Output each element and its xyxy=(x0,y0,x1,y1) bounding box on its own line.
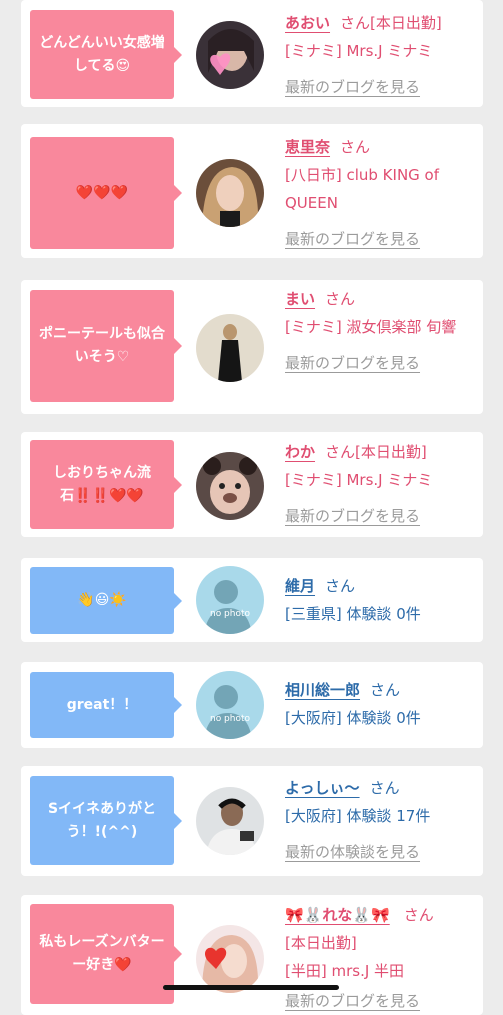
latest-blog-link[interactable]: 最新のブログを見る xyxy=(285,502,475,530)
user-name-link[interactable]: わか xyxy=(285,443,315,461)
user-info: あおい さん[本日出勤] [ミナミ] Mrs.J ミナミ 最新のブログを見る xyxy=(285,9,475,101)
user-location: [ミナミ] Mrs.J ミナミ xyxy=(285,471,433,489)
message-bubble: Sイイネありがとう！!(^^) xyxy=(30,776,182,865)
user-location: [ミナミ] Mrs.J ミナミ xyxy=(285,42,433,60)
message-text: 👋😃☀️ xyxy=(77,592,127,608)
avatar[interactable]: no photo xyxy=(196,671,264,739)
avatar[interactable] xyxy=(196,925,264,993)
no-photo-icon: no photo xyxy=(196,671,264,739)
message-bubble: 私もレーズンバターー好き❤️ xyxy=(30,904,182,1004)
latest-review-link[interactable]: 最新の体験談を見る xyxy=(285,838,475,866)
photo-icon xyxy=(196,925,264,993)
user-info: まい さん [ミナミ] 淑女倶楽部 旬響 最新のブログを見る xyxy=(285,285,475,377)
message-bubble: ポニーテールも似合いそう♡ xyxy=(30,290,182,402)
user-location: [大阪府] 体験談 17件 xyxy=(285,807,431,825)
user-name-link[interactable]: 維月 xyxy=(285,577,315,595)
home-indicator[interactable] xyxy=(163,985,339,990)
user-name-link[interactable]: よっしぃ〜 xyxy=(285,779,360,797)
user-location: [半田] mrs.J 半田 xyxy=(285,962,405,980)
user-info: 🎀🐰れな🐰🎀 さん [本日出勤] [半田] mrs.J 半田 最新のブログを見る xyxy=(285,901,475,1015)
photo-icon xyxy=(196,787,264,855)
photo-icon xyxy=(196,314,264,382)
message-text: Sイイネありがとう！!(^^) xyxy=(47,800,157,840)
avatar[interactable]: no photo xyxy=(196,566,264,634)
user-name-link[interactable]: 🎀🐰れな🐰🎀 xyxy=(285,906,390,924)
user-suffix: さん[本日出勤] xyxy=(325,443,427,461)
user-suffix: さん xyxy=(369,779,400,797)
user-name-link[interactable]: 相川総一郎 xyxy=(285,681,360,699)
message-text: ポニーテールも似合いそう♡ xyxy=(39,326,165,365)
user-name-link[interactable]: 恵里奈 xyxy=(285,138,330,156)
user-info: 維月 さん [三重県] 体験談 0件 xyxy=(285,572,475,628)
user-status: [本日出勤] xyxy=(285,934,357,952)
avatar[interactable] xyxy=(196,159,264,227)
user-suffix: さん xyxy=(340,138,371,156)
user-info: 恵里奈 さん [八日市] club KING of QUEEN 最新のブログを見る xyxy=(285,133,475,253)
latest-blog-link[interactable]: 最新のブログを見る xyxy=(285,349,475,377)
user-info: よっしぃ〜 さん [大阪府] 体験談 17件 最新の体験談を見る xyxy=(285,774,475,866)
comment-card: Sイイネありがとう！!(^^) よっしぃ〜 さん [大阪府] 体験談 17件 最新… xyxy=(21,766,483,876)
avatar[interactable] xyxy=(196,21,264,89)
comment-card: great！！ no photo 相川総一郎 さん [大阪府] 体験談 0件 xyxy=(21,662,483,748)
avatar[interactable] xyxy=(196,787,264,855)
user-suffix: さん xyxy=(325,290,356,308)
message-bubble: great！！ xyxy=(30,672,182,738)
comment-card: ポニーテールも似合いそう♡ まい さん [ミナミ] 淑女倶楽部 旬響 最新のブログ… xyxy=(21,280,483,414)
user-suffix: さん xyxy=(370,681,401,699)
latest-blog-link[interactable]: 最新のブログを見る xyxy=(285,73,475,101)
latest-blog-link[interactable]: 最新のブログを見る xyxy=(285,225,475,253)
user-suffix: さん xyxy=(403,906,434,924)
message-text: ❤️❤️❤️ xyxy=(75,184,129,201)
photo-icon xyxy=(196,159,264,227)
message-text: しおりちゃん流石‼️‼️❤️❤️ xyxy=(53,464,151,504)
user-name-link[interactable]: あおい xyxy=(285,14,330,32)
message-bubble: ❤️❤️❤️ xyxy=(30,137,182,249)
comment-card: どんどんいい女感増してる😍 あおい さん[本日出勤] [ミナミ] Mrs.J ミナ… xyxy=(21,0,483,107)
user-location: [八日市] club KING of QUEEN xyxy=(285,166,440,212)
photo-icon xyxy=(196,452,264,520)
message-bubble: どんどんいい女感増してる😍 xyxy=(30,10,182,99)
message-text: どんどんいい女感増してる😍 xyxy=(39,34,165,74)
message-bubble: 👋😃☀️ xyxy=(30,567,182,634)
user-suffix: さん[本日出勤] xyxy=(340,14,442,32)
message-text: great！！ xyxy=(66,696,138,713)
comment-card: 👋😃☀️ no photo 維月 さん [三重県] 体験談 0件 xyxy=(21,558,483,642)
photo-icon xyxy=(196,21,264,89)
user-location: [三重県] 体験談 0件 xyxy=(285,605,421,623)
no-photo-label: no photo xyxy=(210,714,251,724)
message-bubble: しおりちゃん流石‼️‼️❤️❤️ xyxy=(30,440,182,529)
user-info: 相川総一郎 さん [大阪府] 体験談 0件 xyxy=(285,676,475,732)
latest-blog-link[interactable]: 最新のブログを見る xyxy=(285,987,475,1015)
no-photo-label: no photo xyxy=(210,609,251,619)
user-location: [大阪府] 体験談 0件 xyxy=(285,709,421,727)
user-location: [ミナミ] 淑女倶楽部 旬響 xyxy=(285,318,457,336)
message-text: 私もレーズンバターー好き❤️ xyxy=(39,934,165,973)
user-suffix: さん xyxy=(325,577,356,595)
comment-card: しおりちゃん流石‼️‼️❤️❤️ わか さん[本日出勤] [ミナミ] Mrs.J … xyxy=(21,432,483,537)
comment-card: ❤️❤️❤️ 恵里奈 さん [八日市] club KING of QUEEN 最新… xyxy=(21,124,483,258)
comment-card: 私もレーズンバターー好き❤️ 🎀🐰れな🐰🎀 さん [本日出勤] [半田] mrs.… xyxy=(21,895,483,1015)
avatar[interactable] xyxy=(196,314,264,382)
user-name-link[interactable]: まい xyxy=(285,290,315,308)
avatar[interactable] xyxy=(196,452,264,520)
user-info: わか さん[本日出勤] [ミナミ] Mrs.J ミナミ 最新のブログを見る xyxy=(285,438,475,530)
no-photo-icon: no photo xyxy=(196,566,264,634)
